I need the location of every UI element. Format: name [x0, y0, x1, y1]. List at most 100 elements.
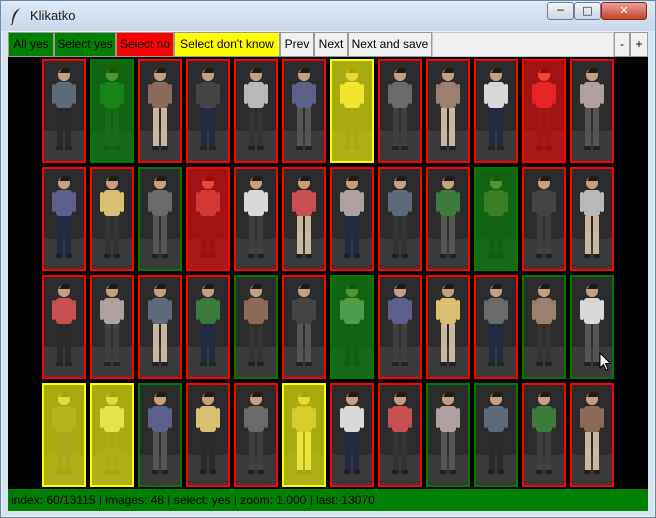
- all-yes-button[interactable]: All yes: [8, 32, 54, 57]
- pedestrian-image: [140, 385, 180, 485]
- person-thumbnail[interactable]: [186, 59, 230, 163]
- person-thumbnail[interactable]: [186, 275, 230, 379]
- pedestrian-image: [140, 61, 180, 161]
- pedestrian-image: [428, 169, 468, 269]
- person-thumbnail[interactable]: [474, 275, 518, 379]
- person-thumbnail[interactable]: [378, 383, 422, 487]
- pedestrian-image: [284, 61, 324, 161]
- person-thumbnail[interactable]: [138, 383, 182, 487]
- pedestrian-image: [524, 61, 564, 161]
- title-bar[interactable]: Klikatko ─ □ ✕: [1, 1, 655, 31]
- person-thumbnail[interactable]: [282, 275, 326, 379]
- person-thumbnail[interactable]: [570, 167, 614, 271]
- pedestrian-image: [380, 385, 420, 485]
- person-thumbnail[interactable]: [474, 383, 518, 487]
- window-title: Klikatko: [30, 8, 76, 23]
- person-thumbnail[interactable]: [378, 59, 422, 163]
- pedestrian-image: [188, 169, 228, 269]
- person-thumbnail[interactable]: [426, 383, 470, 487]
- person-thumbnail[interactable]: [522, 167, 566, 271]
- person-thumbnail[interactable]: [138, 59, 182, 163]
- pedestrian-image: [332, 169, 372, 269]
- person-thumbnail[interactable]: [90, 59, 134, 163]
- person-thumbnail[interactable]: [282, 59, 326, 163]
- pedestrian-image: [524, 277, 564, 377]
- pedestrian-image: [236, 169, 276, 269]
- pedestrian-image: [476, 169, 516, 269]
- feather-icon: [9, 7, 25, 26]
- minimize-button[interactable]: ─: [547, 2, 574, 20]
- pedestrian-image: [380, 169, 420, 269]
- pedestrian-image: [572, 385, 612, 485]
- person-thumbnail[interactable]: [282, 383, 326, 487]
- zoom-in-button[interactable]: +: [630, 32, 648, 57]
- person-thumbnail[interactable]: [90, 275, 134, 379]
- person-thumbnail[interactable]: [90, 383, 134, 487]
- close-icon: ✕: [619, 4, 629, 17]
- pedestrian-image: [572, 169, 612, 269]
- status-bar: index: 60/13115 | images: 48 | select: y…: [8, 489, 648, 511]
- person-thumbnail[interactable]: [234, 275, 278, 379]
- pedestrian-image: [188, 385, 228, 485]
- pedestrian-image: [524, 385, 564, 485]
- next-button[interactable]: Next: [314, 32, 348, 57]
- person-thumbnail[interactable]: [570, 59, 614, 163]
- person-thumbnail[interactable]: [90, 167, 134, 271]
- person-thumbnail[interactable]: [378, 167, 422, 271]
- pedestrian-image: [236, 277, 276, 377]
- person-thumbnail[interactable]: [522, 59, 566, 163]
- person-thumbnail[interactable]: [522, 383, 566, 487]
- person-thumbnail[interactable]: [426, 275, 470, 379]
- select-dont-know-button[interactable]: Select don't know: [174, 32, 280, 57]
- person-thumbnail[interactable]: [42, 59, 86, 163]
- pedestrian-image: [92, 61, 132, 161]
- pedestrian-image: [44, 61, 84, 161]
- select-yes-button[interactable]: Select yes: [54, 32, 116, 57]
- toolbar: All yes Select yes Select no Select don'…: [8, 31, 648, 57]
- person-thumbnail[interactable]: [570, 383, 614, 487]
- person-thumbnail[interactable]: [234, 383, 278, 487]
- person-thumbnail[interactable]: [426, 59, 470, 163]
- person-thumbnail[interactable]: [138, 167, 182, 271]
- next-and-save-button[interactable]: Next and save: [348, 32, 432, 57]
- pedestrian-image: [332, 61, 372, 161]
- pedestrian-image: [572, 61, 612, 161]
- person-thumbnail[interactable]: [186, 383, 230, 487]
- person-thumbnail[interactable]: [474, 167, 518, 271]
- zoom-out-button[interactable]: -: [614, 32, 630, 57]
- person-thumbnail[interactable]: [42, 167, 86, 271]
- person-thumbnail[interactable]: [42, 383, 86, 487]
- minimize-icon: ─: [557, 4, 564, 17]
- pedestrian-image: [380, 277, 420, 377]
- pedestrian-image: [476, 277, 516, 377]
- person-thumbnail[interactable]: [330, 167, 374, 271]
- person-thumbnail[interactable]: [426, 167, 470, 271]
- pedestrian-image: [188, 277, 228, 377]
- person-thumbnail[interactable]: [234, 59, 278, 163]
- pedestrian-image: [476, 385, 516, 485]
- pedestrian-image: [44, 169, 84, 269]
- pedestrian-image: [140, 169, 180, 269]
- person-thumbnail[interactable]: [234, 167, 278, 271]
- maximize-button[interactable]: □: [574, 2, 601, 20]
- person-thumbnail[interactable]: [330, 59, 374, 163]
- person-thumbnail[interactable]: [330, 275, 374, 379]
- person-thumbnail[interactable]: [522, 275, 566, 379]
- close-button[interactable]: ✕: [601, 2, 647, 20]
- person-thumbnail[interactable]: [186, 167, 230, 271]
- prev-button[interactable]: Prev: [280, 32, 314, 57]
- person-thumbnail[interactable]: [330, 383, 374, 487]
- person-thumbnail[interactable]: [474, 59, 518, 163]
- pedestrian-image: [140, 277, 180, 377]
- person-thumbnail[interactable]: [282, 167, 326, 271]
- person-thumbnail[interactable]: [42, 275, 86, 379]
- person-thumbnail[interactable]: [138, 275, 182, 379]
- pedestrian-image: [284, 385, 324, 485]
- pedestrian-image: [284, 169, 324, 269]
- select-no-button[interactable]: Select no: [116, 32, 174, 57]
- pedestrian-image: [332, 385, 372, 485]
- person-thumbnail[interactable]: [378, 275, 422, 379]
- image-grid: [8, 57, 648, 489]
- toolbar-spacer: [432, 32, 614, 57]
- pedestrian-image: [236, 385, 276, 485]
